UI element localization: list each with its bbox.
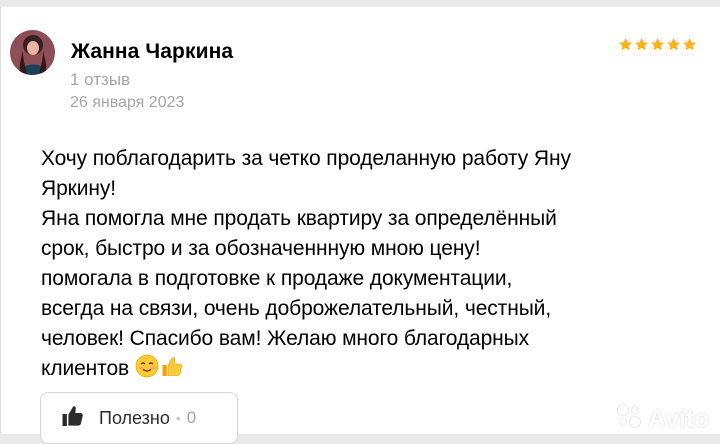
author-review-count: 1 отзыв xyxy=(70,70,131,89)
star-icon xyxy=(667,38,680,51)
helpful-separator: • xyxy=(175,410,181,426)
thumbs-up-icon xyxy=(61,404,85,433)
helpful-count: 0 xyxy=(186,408,197,427)
thumbs-up-icon xyxy=(160,354,184,387)
star-icon xyxy=(683,38,696,51)
review-body: Хочу поблагодарить за четко проделанную … xyxy=(41,147,571,380)
avito-logo-icon xyxy=(615,401,645,438)
avito-watermark: Avito xyxy=(615,401,710,438)
author-name[interactable]: Жанна Чаркина xyxy=(71,40,233,64)
helpful-button[interactable]: Полезно • 0 xyxy=(40,392,238,444)
star-icon xyxy=(651,38,664,51)
review-date: 26 января 2023 xyxy=(70,94,185,111)
star-icon xyxy=(619,38,632,51)
smiling-face-icon xyxy=(135,354,159,387)
avito-wordmark: Avito xyxy=(648,405,710,433)
rating-stars xyxy=(618,37,697,52)
review-card: Жанна Чаркина 1 отзыв 26 января 2023 Хоч… xyxy=(0,6,720,444)
helpful-label: Полезно xyxy=(99,407,170,428)
star-icon xyxy=(635,38,648,51)
review-text: Хочу поблагодарить за четко проделанную … xyxy=(41,144,691,387)
avatar[interactable] xyxy=(10,30,55,75)
